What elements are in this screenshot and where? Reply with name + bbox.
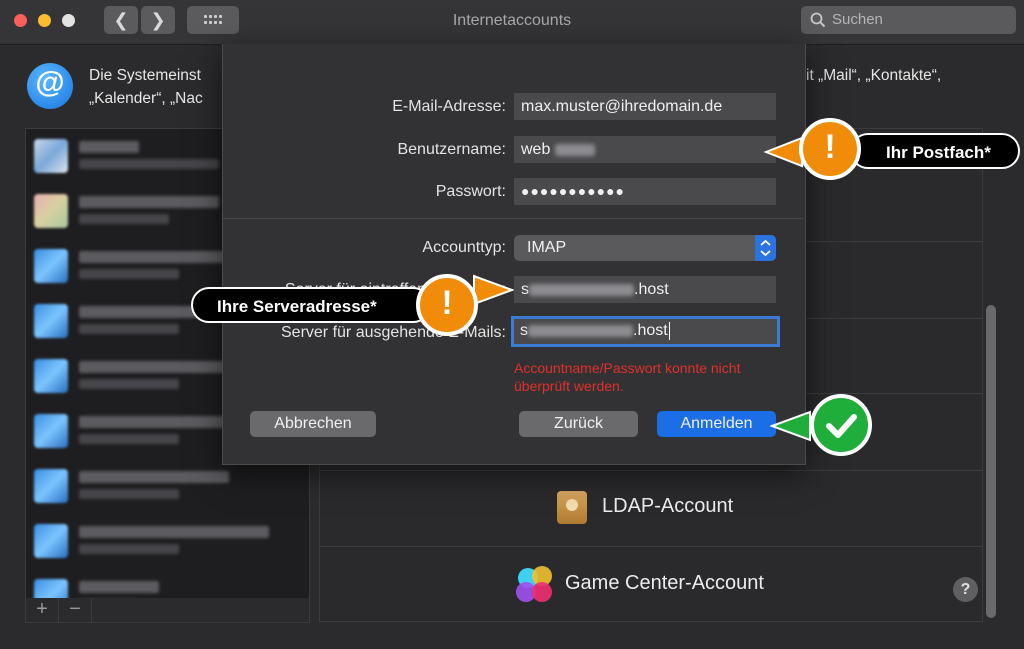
provider-label-ldap: LDAP-Account (602, 495, 734, 517)
incoming-server-suffix: .host (634, 281, 669, 298)
error-message-line2: überprüft werden. (514, 378, 624, 394)
incoming-server-field[interactable]: s .host (514, 276, 776, 303)
separator (223, 218, 803, 219)
warning-icon: ! (799, 118, 861, 180)
callout-pointer (770, 410, 811, 442)
account-type-value: IMAP (527, 239, 567, 256)
outgoing-server-field[interactable]: s .host (511, 316, 780, 347)
list-item[interactable] (34, 514, 304, 564)
provider-row-game-center[interactable]: Game Center-Account (320, 546, 982, 621)
list-controls: + − (25, 598, 310, 623)
incoming-server-prefix: s (521, 281, 529, 298)
username-label: Benutzername: (397, 141, 506, 158)
stepper-arrows-icon (755, 235, 776, 261)
text-cursor (668, 321, 670, 340)
email-value: max.muster@ihredomain.de (521, 98, 723, 115)
mailbox-callout: Ihr Postfach* (850, 133, 1020, 169)
description-line2-left: „Kalender“, „Nac (89, 90, 203, 107)
email-label: E-Mail-Adresse: (392, 98, 506, 115)
server-address-callout: Ihre Serveradresse* (191, 287, 431, 323)
redacted-text (529, 283, 634, 296)
list-item[interactable] (34, 569, 304, 599)
address-book-icon (557, 491, 587, 524)
warning-icon: ! (416, 274, 478, 336)
search-icon (810, 12, 826, 28)
outgoing-server-suffix: .host (633, 322, 668, 339)
search-placeholder: Suchen (832, 11, 883, 28)
checkmark-icon (810, 394, 872, 456)
password-field[interactable]: ●●●●●●●●●●● (514, 178, 776, 205)
password-label: Passwort: (435, 183, 506, 200)
email-field[interactable]: max.muster@ihredomain.de (514, 93, 776, 120)
provider-label-game-center: Game Center-Account (565, 572, 764, 594)
sign-in-button[interactable]: Anmelden (657, 411, 776, 437)
password-value: ●●●●●●●●●●● (521, 183, 626, 199)
username-value: web (521, 141, 551, 158)
username-field[interactable]: web (514, 136, 776, 163)
search-field[interactable]: Suchen (801, 6, 1016, 34)
scrollbar[interactable] (986, 305, 996, 618)
game-center-icon (516, 566, 556, 606)
outgoing-server-prefix: s (520, 322, 528, 339)
list-item[interactable] (34, 459, 304, 509)
cancel-button[interactable]: Abbrechen (250, 411, 376, 437)
redacted-text (554, 143, 595, 156)
error-message-line1: Accountname/Passwort konnte nicht (514, 360, 741, 376)
account-type-select[interactable]: IMAP (514, 235, 776, 261)
account-type-label: Accounttyp: (422, 239, 506, 256)
description-line1-right: it „Mail“, „Kontakte“, (806, 67, 942, 84)
internet-accounts-at-icon: @ (27, 63, 73, 109)
provider-row-ldap[interactable]: LDAP-Account (320, 470, 982, 547)
add-account-button[interactable]: + (26, 598, 59, 622)
callout-pointer (764, 136, 803, 168)
back-step-button[interactable]: Zurück (519, 411, 638, 437)
remove-account-button[interactable]: − (59, 598, 92, 622)
help-button[interactable]: ? (953, 577, 978, 602)
description-line1-left: Die Systemeinst (89, 67, 201, 84)
redacted-text (528, 324, 633, 337)
